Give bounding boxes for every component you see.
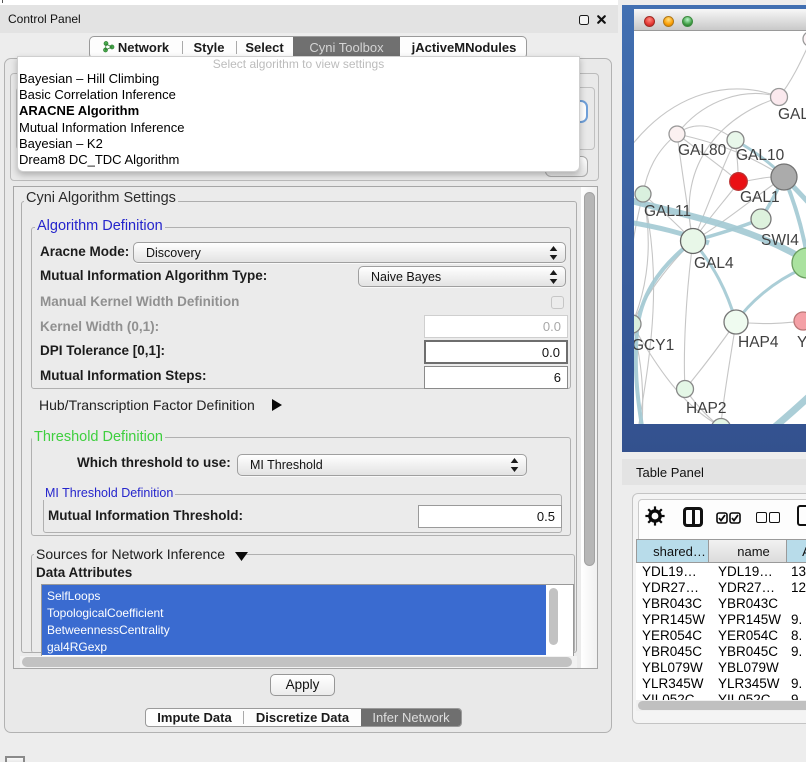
svg-text:GAL80: GAL80	[678, 142, 727, 159]
svg-text:YD: YD	[797, 334, 806, 351]
svg-text:GCY1: GCY1	[634, 337, 674, 354]
svg-text:SWI4: SWI4	[761, 232, 799, 249]
svg-text:HAP4: HAP4	[738, 334, 779, 351]
svg-text:GAL4: GAL4	[694, 255, 734, 272]
svg-text:GAL1: GAL1	[740, 189, 780, 206]
svg-text:GAL10: GAL10	[736, 147, 785, 164]
svg-text:HAP2: HAP2	[686, 400, 727, 417]
svg-text:GAL11: GAL11	[644, 203, 691, 220]
svg-text:GAL2: GAL2	[778, 106, 806, 123]
